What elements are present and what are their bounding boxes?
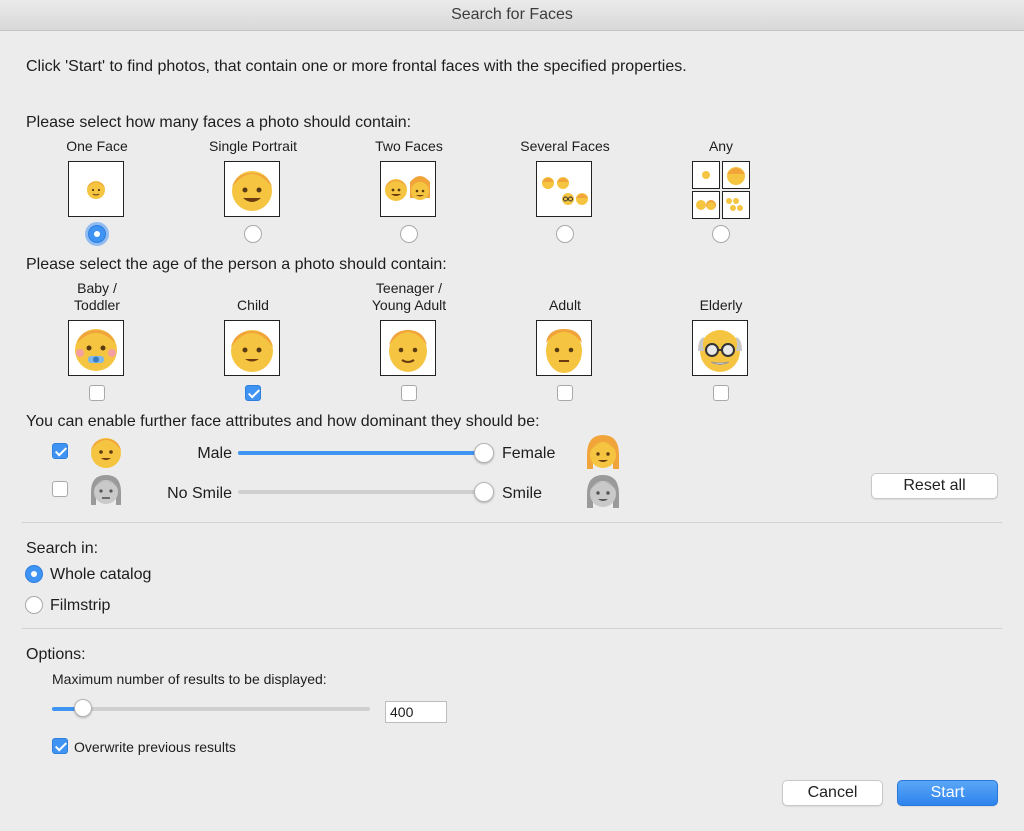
face-count-radio-one[interactable]	[88, 225, 106, 243]
face-count-radio-several[interactable]	[556, 225, 574, 243]
search-in-catalog-label[interactable]: Whole catalog	[50, 566, 151, 584]
max-results-field[interactable]: 400	[385, 701, 447, 723]
female-face-icon	[584, 433, 622, 471]
separator-1	[22, 522, 1002, 523]
face-count-label-several: Several Faces	[520, 138, 610, 154]
age-label-teen: Teenager / Young Adult	[349, 280, 469, 314]
male-face-icon	[88, 433, 124, 469]
gender-slider-knob[interactable]	[474, 443, 494, 463]
attributes-prompt: You can enable further face attributes a…	[26, 413, 540, 430]
elderly-face-icon[interactable]	[692, 320, 748, 376]
age-label-baby-line1: Baby /	[77, 280, 117, 296]
single-small-face-icon[interactable]	[68, 161, 124, 217]
window-titlebar: Search for Faces	[0, 0, 1024, 31]
age-label-baby-line2: Toddler	[74, 297, 120, 313]
age-label-baby: Baby / Toddler	[37, 280, 157, 314]
smile-face-icon	[584, 472, 622, 510]
age-check-adult[interactable]	[557, 385, 573, 401]
teen-face-icon[interactable]	[380, 320, 436, 376]
face-count-radio-two[interactable]	[400, 225, 418, 243]
gender-slider-track[interactable]	[238, 451, 488, 455]
face-count-label-portrait: Single Portrait	[209, 138, 297, 154]
cancel-button[interactable]: Cancel	[782, 780, 883, 806]
search-in-filmstrip-label[interactable]: Filmstrip	[50, 597, 110, 615]
face-count-label-one: One Face	[66, 138, 128, 154]
gender-right-label: Female	[502, 445, 556, 462]
several-faces-icon[interactable]	[536, 161, 592, 217]
baby-face-icon[interactable]	[68, 320, 124, 376]
gender-enable-checkbox[interactable]	[52, 443, 68, 459]
age-label-child: Child	[237, 297, 269, 313]
face-count-label-any: Any	[708, 138, 734, 154]
smile-left-label: No Smile	[167, 485, 232, 502]
reset-all-button[interactable]: Reset all	[871, 473, 998, 499]
age-check-elderly[interactable]	[713, 385, 729, 401]
age-label-elderly: Elderly	[699, 297, 743, 313]
adult-face-icon[interactable]	[536, 320, 592, 376]
age-check-child[interactable]	[245, 385, 261, 401]
smile-slider-knob[interactable]	[474, 482, 494, 502]
face-count-radio-any[interactable]	[712, 225, 730, 243]
max-results-slider-knob[interactable]	[74, 699, 92, 717]
intro-text: Click 'Start' to find photos, that conta…	[26, 58, 687, 75]
age-prompt: Please select the age of the person a ph…	[26, 256, 447, 273]
face-count-label-two: Two Faces	[375, 138, 443, 154]
gender-slider-fill	[238, 451, 483, 455]
any-faces-grid-icon[interactable]	[692, 161, 750, 219]
no-smile-face-icon	[88, 472, 124, 508]
overwrite-checkbox[interactable]	[52, 738, 68, 754]
portrait-face-icon[interactable]	[224, 161, 280, 217]
options-label: Options:	[26, 646, 86, 663]
age-check-teen[interactable]	[401, 385, 417, 401]
smile-right-label: Smile	[502, 485, 543, 502]
two-faces-icon[interactable]	[380, 161, 436, 217]
age-label-adult: Adult	[549, 297, 581, 313]
search-in-label: Search in:	[26, 540, 99, 557]
age-check-baby[interactable]	[89, 385, 105, 401]
search-in-radio-filmstrip[interactable]	[25, 596, 43, 614]
child-face-icon[interactable]	[224, 320, 280, 376]
smile-slider-track[interactable]	[238, 490, 488, 494]
separator-2	[22, 628, 1002, 629]
search-in-radio-catalog[interactable]	[25, 565, 43, 583]
start-button[interactable]: Start	[897, 780, 998, 806]
max-results-label: Maximum number of results to be displaye…	[52, 671, 327, 687]
face-count-prompt: Please select how many faces a photo sho…	[26, 114, 412, 131]
face-count-radio-portrait[interactable]	[244, 225, 262, 243]
gender-left-label: Male	[197, 445, 232, 462]
window-title: Search for Faces	[451, 6, 573, 23]
smile-enable-checkbox[interactable]	[52, 481, 68, 497]
overwrite-label[interactable]: Overwrite previous results	[74, 739, 236, 755]
age-label-teen-line1: Teenager /	[375, 280, 443, 296]
age-label-teen-line2: Young Adult	[371, 297, 447, 313]
max-results-slider-track[interactable]	[52, 707, 370, 711]
